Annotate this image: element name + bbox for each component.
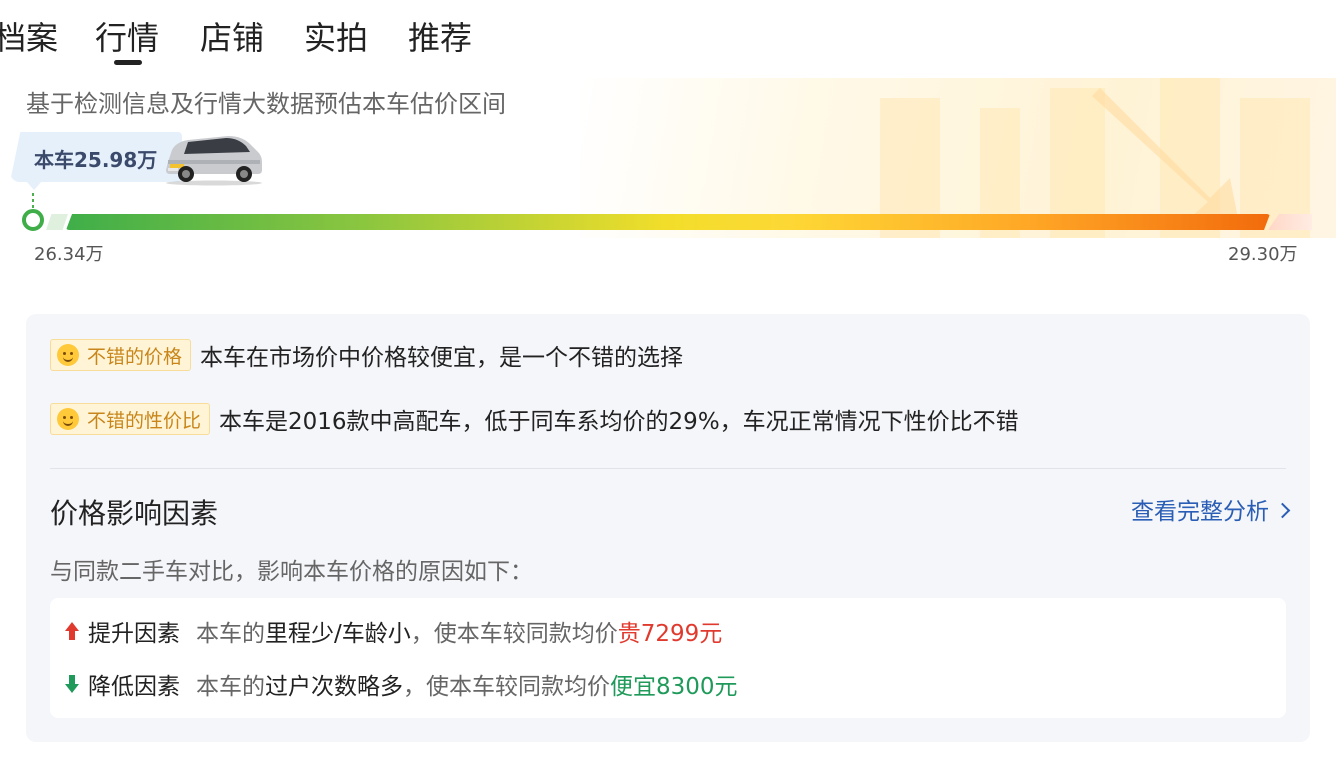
smile-icon [57, 408, 79, 430]
evaluation-row: 不错的价格 本车在市场价中价格较便宜，是一个不错的选择 [50, 338, 683, 372]
tab-market[interactable]: 行情 [95, 16, 159, 60]
factor-middle: ，使本车较同款均价 [410, 621, 618, 647]
factor-prefix: 本车的 [196, 674, 265, 700]
chevron-right-icon [1274, 502, 1291, 518]
factor-prefix: 本车的 [196, 621, 265, 647]
evaluation-tag-label: 不错的价格 [87, 345, 183, 368]
factor-label: 降低因素 [88, 674, 180, 700]
arrow-down-icon [64, 674, 80, 694]
factor-label: 提升因素 [88, 621, 180, 647]
factor-middle: ，使本车较同款均价 [403, 674, 610, 700]
car-thumbnail [166, 136, 262, 186]
factor-value: 便宜8300元 [610, 674, 738, 700]
evaluation-tag: 不错的性价比 [50, 403, 211, 435]
tab-photos[interactable]: 实拍 [304, 16, 368, 60]
factor-reason: 里程少/车龄小 [265, 621, 411, 647]
evaluation-text: 本车是2016款中高配车，低于同车系均价的29%，车况正常情况下性价比不错 [219, 409, 1019, 435]
view-full-analysis-label: 查看完整分析 [1131, 499, 1269, 525]
price-factors-title: 价格影响因素 [50, 497, 219, 530]
price-range-max: 29.30万 [1228, 244, 1298, 265]
price-range-bar [66, 214, 1270, 230]
active-tab-indicator [114, 60, 142, 65]
tab-recommend[interactable]: 推荐 [408, 16, 472, 60]
tab-store[interactable]: 店铺 [200, 16, 264, 60]
section-divider [50, 468, 1286, 469]
price-marker-tail [26, 181, 42, 190]
price-marker-label: 本车25.98万 [34, 148, 158, 172]
factor-row-increase: 提升因素 本车的 里程少/车龄小 ，使本车较同款均价 贵7299元 [64, 614, 722, 648]
factor-reason: 过户次数略多 [265, 674, 403, 700]
evaluation-row: 不错的性价比 本车是2016款中高配车，低于同车系均价的29%，车况正常情况下性… [50, 402, 1019, 436]
factor-row-decrease: 降低因素 本车的 过户次数略多 ，使本车较同款均价 便宜8300元 [64, 667, 738, 701]
price-marker-dot [22, 209, 44, 231]
price-factors-description: 与同款二手车对比，影响本车价格的原因如下： [50, 559, 533, 585]
view-full-analysis-link[interactable]: 查看完整分析 [1131, 492, 1291, 526]
smile-icon [57, 344, 79, 366]
tab-archive[interactable]: 档案 [0, 16, 58, 60]
price-range-min: 26.34万 [34, 244, 104, 265]
evaluation-text: 本车在市场价中价格较便宜，是一个不错的选择 [200, 345, 684, 371]
evaluation-tag-label: 不错的性价比 [87, 409, 202, 432]
price-factors-list: 提升因素 本车的 里程少/车龄小 ，使本车较同款均价 贵7299元 降低因素 本… [50, 598, 1286, 718]
price-analysis-card: 不错的价格 本车在市场价中价格较便宜，是一个不错的选择 不错的性价比 本车是20… [26, 314, 1310, 742]
price-estimate-subtitle: 基于检测信息及行情大数据预估本车估价区间 [26, 90, 506, 118]
tab-bar: 档案 行情 店铺 实拍 推荐 [0, 0, 1336, 78]
price-bar-left-extension [46, 214, 68, 230]
evaluation-tag: 不错的价格 [50, 339, 192, 371]
arrow-up-icon [64, 621, 80, 641]
factor-value: 贵7299元 [617, 621, 723, 647]
